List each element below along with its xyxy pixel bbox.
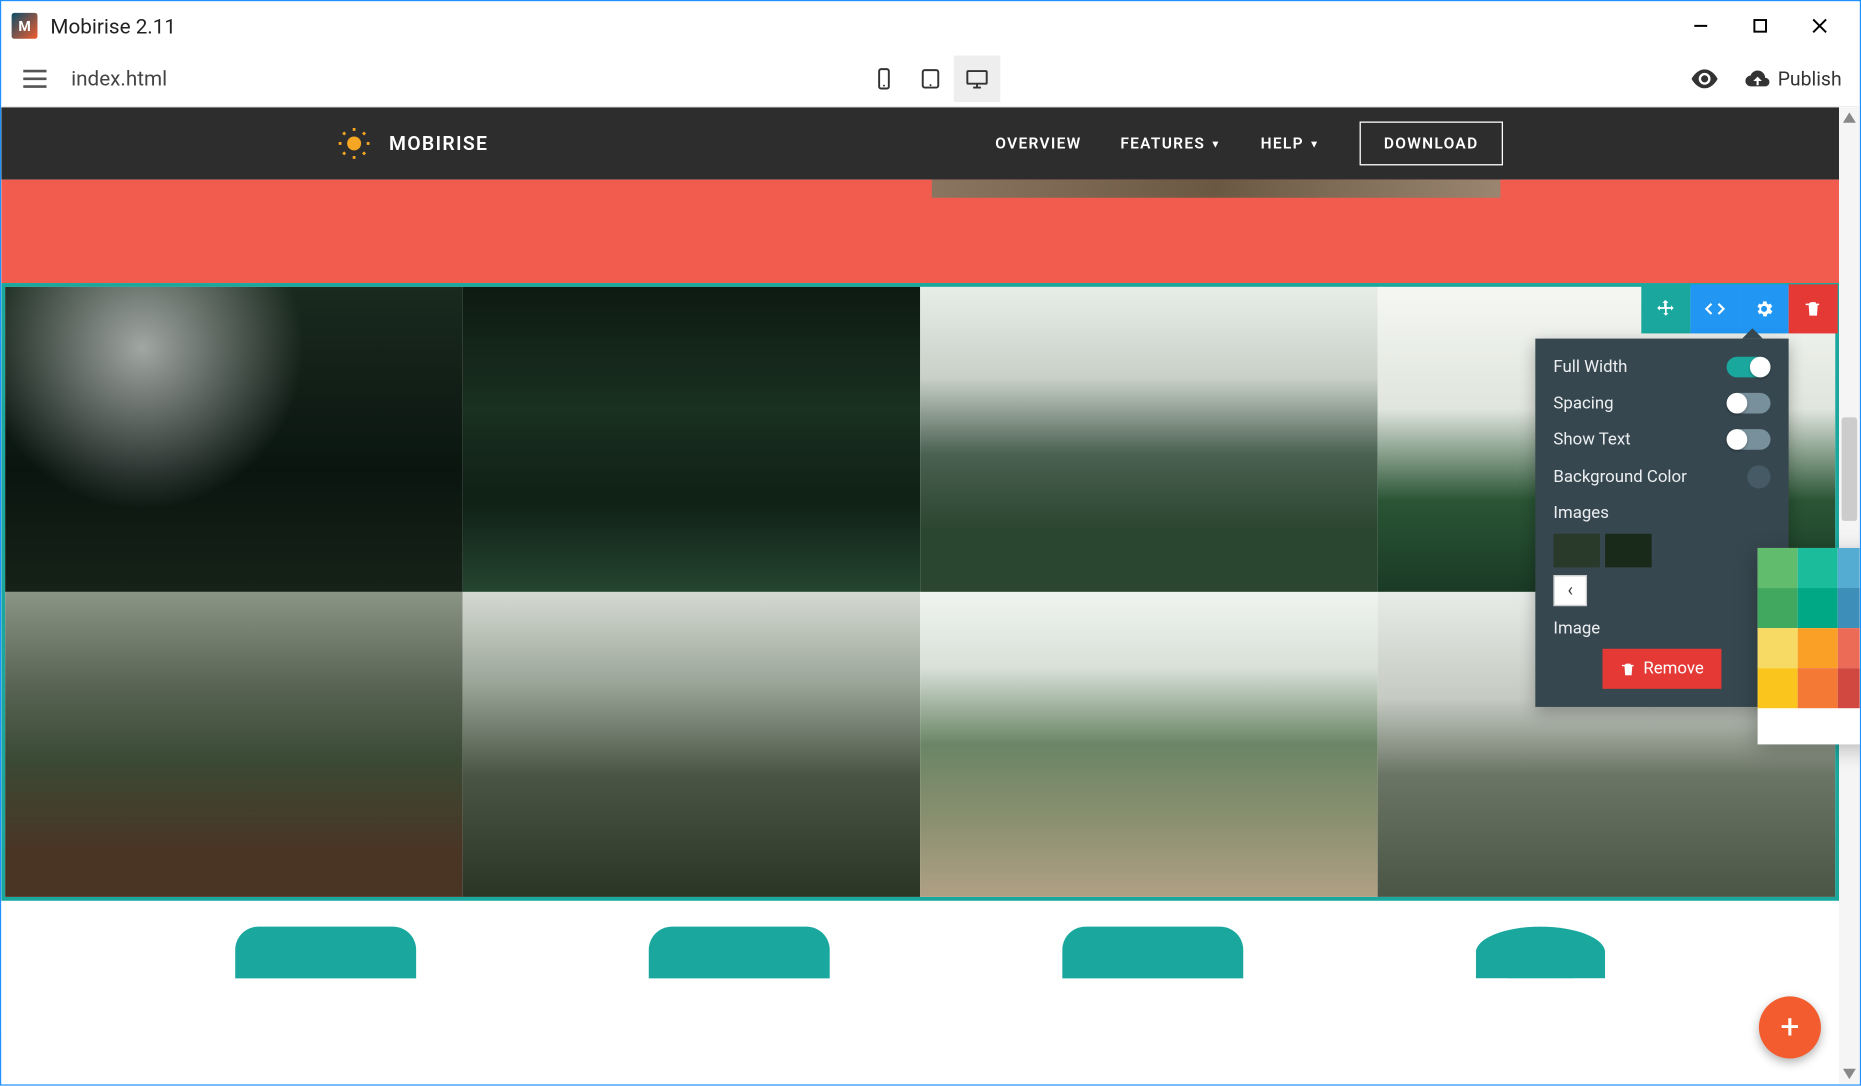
hero-image-fragment — [932, 180, 1501, 198]
editor-canvas: MOBIRISE OVERVIEW FEATURES▼ HELP▼ DOWNLO… — [1, 107, 1859, 1084]
hero-block-partial[interactable] — [1, 180, 1839, 283]
device-switcher — [861, 55, 1001, 102]
site-nav: OVERVIEW FEATURES▼ HELP▼ DOWNLOAD — [995, 121, 1503, 165]
gallery-image-3[interactable] — [920, 287, 1377, 592]
feature-icon — [1476, 927, 1605, 979]
gallery-image-7[interactable] — [920, 592, 1377, 897]
feature-icon — [1062, 927, 1243, 979]
nav-overview[interactable]: OVERVIEW — [995, 134, 1081, 152]
desktop-view-button[interactable] — [954, 55, 1001, 102]
gallery-image-1[interactable] — [5, 287, 462, 592]
setting-show-text-label: Show Text — [1553, 430, 1630, 449]
sun-icon — [337, 127, 371, 161]
tablet-view-button[interactable] — [907, 55, 954, 102]
color-swatch-option[interactable] — [1838, 628, 1860, 668]
nav-help[interactable]: HELP▼ — [1261, 134, 1321, 152]
color-swatch-option[interactable] — [1838, 668, 1860, 708]
color-swatch-option[interactable] — [1838, 588, 1860, 628]
color-swatch-option[interactable] — [1798, 548, 1838, 588]
app-title: Mobirise 2.11 — [50, 14, 1671, 39]
color-swatch-option[interactable] — [1798, 628, 1838, 668]
brand-label[interactable]: MOBIRISE — [389, 132, 488, 155]
app-window: M Mobirise 2.11 index.html Publish — [0, 0, 1861, 1086]
block-settings-button[interactable] — [1740, 284, 1789, 333]
block-move-button[interactable] — [1641, 284, 1690, 333]
chevron-down-icon: ▼ — [1309, 138, 1321, 150]
remove-button[interactable]: Remove — [1602, 649, 1722, 689]
titlebar: M Mobirise 2.11 — [1, 1, 1859, 50]
setting-images-label: Images — [1553, 504, 1770, 523]
nav-features[interactable]: FEATURES▼ — [1120, 134, 1222, 152]
scrollbar-thumb[interactable] — [1842, 417, 1858, 520]
setting-show-text-toggle[interactable] — [1727, 429, 1771, 450]
download-button[interactable]: DOWNLOAD — [1359, 121, 1503, 165]
color-swatch-option[interactable] — [1798, 588, 1838, 628]
block-code-button[interactable] — [1690, 284, 1739, 333]
color-swatch-option[interactable] — [1758, 668, 1798, 708]
hamburger-menu-icon[interactable] — [19, 63, 50, 94]
minimize-button[interactable] — [1671, 6, 1730, 45]
block-toolbar — [1641, 284, 1837, 333]
color-swatch-option[interactable] — [1758, 628, 1798, 668]
trash-icon — [1620, 661, 1636, 677]
setting-image-label: Image — [1553, 619, 1770, 638]
preview-button[interactable] — [1690, 64, 1718, 92]
maximize-button[interactable] — [1730, 6, 1789, 45]
gallery-image-6[interactable] — [463, 592, 920, 897]
gallery-image-5[interactable] — [5, 592, 462, 897]
setting-full-width-toggle[interactable] — [1727, 357, 1771, 378]
image-thumbnail[interactable] — [1553, 534, 1600, 568]
gallery-image-2[interactable] — [463, 287, 920, 592]
setting-full-width-label: Full Width — [1553, 357, 1627, 376]
setting-spacing-label: Spacing — [1553, 394, 1613, 413]
color-swatch-option[interactable] — [1838, 548, 1860, 588]
setting-bg-color-label: Background Color — [1553, 467, 1686, 486]
color-swatch-option[interactable] — [1758, 548, 1798, 588]
color-swatch-option[interactable] — [1758, 588, 1798, 628]
color-swatch-option[interactable] — [1798, 668, 1838, 708]
publish-label: Publish — [1778, 67, 1842, 90]
gallery-block[interactable]: Full Width Spacing Show Text Background … — [1, 283, 1839, 901]
mobile-view-button[interactable] — [861, 55, 908, 102]
setting-bg-color-swatch[interactable] — [1747, 465, 1770, 488]
add-block-fab[interactable]: + — [1759, 996, 1821, 1058]
filename-label[interactable]: index.html — [71, 66, 167, 91]
window-controls — [1671, 6, 1849, 45]
block-delete-button[interactable] — [1789, 284, 1838, 333]
publish-button[interactable]: Publish — [1744, 65, 1842, 91]
cloud-upload-icon — [1744, 65, 1770, 91]
site-header-block[interactable]: MOBIRISE OVERVIEW FEATURES▼ HELP▼ DOWNLO… — [1, 107, 1839, 179]
app-icon: M — [12, 13, 38, 39]
image-thumbnail[interactable] — [1605, 534, 1652, 568]
color-picker-popover: #553982 More > — [1758, 548, 1860, 744]
main-toolbar: index.html Publish — [1, 50, 1859, 107]
features-block-partial[interactable] — [1, 901, 1839, 1035]
setting-spacing-toggle[interactable] — [1727, 393, 1771, 414]
feature-icon — [649, 927, 830, 979]
chevron-down-icon: ▼ — [1210, 138, 1222, 150]
images-thumbnail-row — [1553, 534, 1770, 568]
feature-icon — [235, 927, 416, 979]
images-prev-button[interactable]: ‹ — [1553, 575, 1587, 606]
close-button[interactable] — [1790, 6, 1849, 45]
block-settings-panel: Full Width Spacing Show Text Background … — [1535, 339, 1788, 707]
color-picker-more-link[interactable]: More > — [1758, 708, 1860, 734]
